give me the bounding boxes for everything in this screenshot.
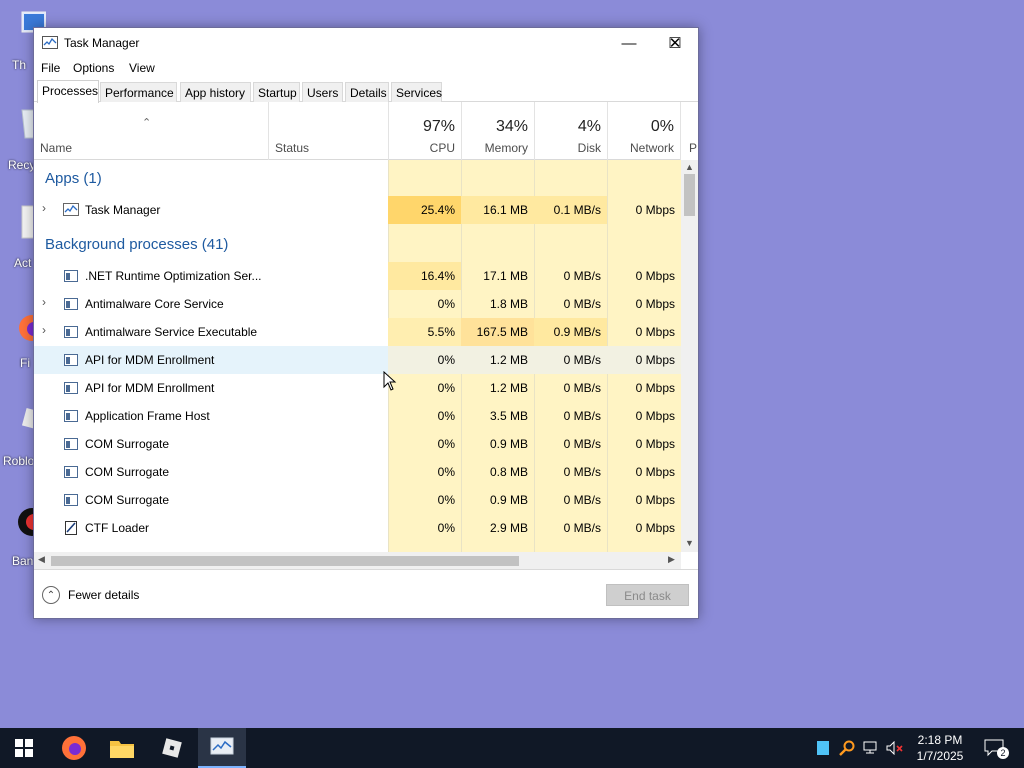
menu-options[interactable]: Options [73,61,114,75]
minimize-icon: — [621,34,637,52]
tab-strip: Processes Performance App history Startu… [34,80,698,103]
process-window-icon [64,326,78,338]
clock-time: 2:18 PM [917,733,963,747]
process-list: Apps (1) › Task Manager 25.4% 16.1 MB 0.… [34,160,681,552]
process-row[interactable]: COM Surrogate 0% 0.9 MB 0 MB/s 0 Mbps [34,430,681,458]
clock-date: 1/7/2025 [916,749,964,763]
tray-search-icon-button[interactable] [836,728,858,768]
horizontal-scrollbar[interactable]: ◀ ▶ [34,552,681,569]
process-window-icon [64,298,78,310]
tab-performance[interactable]: Performance [100,82,177,102]
vertical-scrollbar[interactable]: ▲ ▼ [681,160,698,552]
disk-total-percent: 4% [577,118,601,135]
column-header-cpu[interactable]: 97% CPU [388,102,461,160]
process-window-icon [64,382,78,394]
scroll-up-icon[interactable]: ▲ [681,162,698,172]
task-manager-icon [42,36,58,49]
process-row[interactable]: COM Surrogate 0% 0.8 MB 0 MB/s 0 Mbps [34,458,681,486]
vertical-scroll-thumb[interactable] [684,174,695,216]
chevron-right-icon[interactable]: › [42,201,46,215]
memory-total-percent: 34% [495,118,528,135]
blue-square-icon [817,741,829,755]
taskbar-file-explorer[interactable] [98,728,146,768]
tab-users[interactable]: Users [302,82,343,102]
fewer-details-link[interactable]: ⌃ Fewer details [42,586,139,604]
firefox-icon [62,736,86,760]
tab-services[interactable]: Services [391,82,442,102]
process-row[interactable]: › Task Manager 25.4% 16.1 MB 0.1 MB/s 0 … [34,196,681,224]
close-icon: ✕ [668,35,682,52]
notification-count-badge: 2 [997,747,1009,759]
task-manager-icon [63,203,79,216]
sort-ascending-icon: ⌃ [142,117,152,129]
process-window-icon [64,270,78,282]
column-header-name[interactable]: Name [40,141,72,155]
tab-processes[interactable]: Processes [37,80,99,103]
process-window-icon [64,466,78,478]
column-header-disk[interactable]: 4% Disk [534,102,607,160]
taskbar-roblox[interactable] [148,728,196,768]
chevron-right-icon[interactable]: › [42,295,46,309]
horizontal-scroll-thumb[interactable] [51,556,519,566]
process-row[interactable]: API for MDM Enrollment 0% 1.2 MB 0 MB/s … [34,346,681,374]
task-manager-icon [210,737,234,755]
tab-app-history[interactable]: App history [180,82,251,102]
column-header-status[interactable]: Status [268,102,388,160]
file-explorer-icon [110,741,134,758]
group-header-background[interactable]: Background processes (41) [34,226,681,262]
start-icon [15,739,33,757]
process-window-icon [64,354,78,366]
window-close-button[interactable]: ✕ [652,28,698,58]
window-title: Task Manager [64,36,140,50]
taskbar-task-manager[interactable] [198,728,246,768]
menu-view[interactable]: View [129,61,155,75]
end-task-button[interactable]: End task [606,584,689,606]
cpu-total-percent: 97% [422,118,455,135]
chevron-right-icon[interactable]: › [42,323,46,337]
taskbar-clock[interactable]: 2:18 PM 1/7/2025 [900,732,980,764]
column-header-network[interactable]: 0% Network [607,102,680,160]
ctf-loader-icon [65,521,77,535]
minimize-button[interactable]: — [606,28,652,58]
start-button[interactable] [0,728,48,768]
process-row[interactable]: API for MDM Enrollment 0% 1.2 MB 0 MB/s … [34,374,681,402]
taskbar: 2:18 PM 1/7/2025 2 [0,728,1024,768]
mouse-cursor-icon [383,371,397,391]
tray-network[interactable] [860,728,882,768]
action-center-button[interactable]: 2 [980,728,1010,768]
footer-bar: ⌃ Fewer details End task [34,569,698,619]
network-total-percent: 0% [650,118,674,135]
group-header-apps[interactable]: Apps (1) [34,160,681,196]
tray-app-icon[interactable] [812,728,834,768]
process-window-icon [64,494,78,506]
process-row[interactable]: › Antimalware Service Executable 5.5% 16… [34,318,681,346]
column-header-row: ⌃ Name Status 97% CPU 34% Memory 4% Disk… [34,102,697,160]
roblox-icon [162,738,182,758]
scroll-right-icon[interactable]: ▶ [668,554,675,565]
tab-startup[interactable]: Startup [253,82,300,102]
taskbar-firefox[interactable] [50,728,98,768]
column-header-power[interactable]: P [680,102,697,160]
menu-file[interactable]: File [41,61,60,75]
process-row[interactable]: CTF Loader 0% 2.9 MB 0 MB/s 0 Mbps [34,514,681,542]
magnifier-icon [839,740,855,756]
process-row[interactable]: COM Surrogate 0% 0.9 MB 0 MB/s 0 Mbps [34,486,681,514]
menu-bar: File Options View [34,58,698,80]
process-row[interactable]: Application Frame Host 0% 3.5 MB 0 MB/s … [34,402,681,430]
task-manager-window: Task Manager — ☐ ✕ File Options View Pro… [33,27,699,619]
process-window-icon [64,410,78,422]
column-header-memory[interactable]: 34% Memory [461,102,534,160]
scroll-down-icon[interactable]: ▼ [681,538,698,548]
network-icon [863,741,877,754]
process-row[interactable]: .NET Runtime Optimization Ser... 16.4% 1… [34,262,681,290]
process-row[interactable]: › Antimalware Core Service 0% 1.8 MB 0 M… [34,290,681,318]
process-window-icon [64,438,78,450]
tab-details[interactable]: Details [345,82,389,102]
chevron-up-icon: ⌃ [42,586,60,604]
scroll-left-icon[interactable]: ◀ [38,554,45,565]
title-bar[interactable]: Task Manager — ☐ [34,28,698,58]
